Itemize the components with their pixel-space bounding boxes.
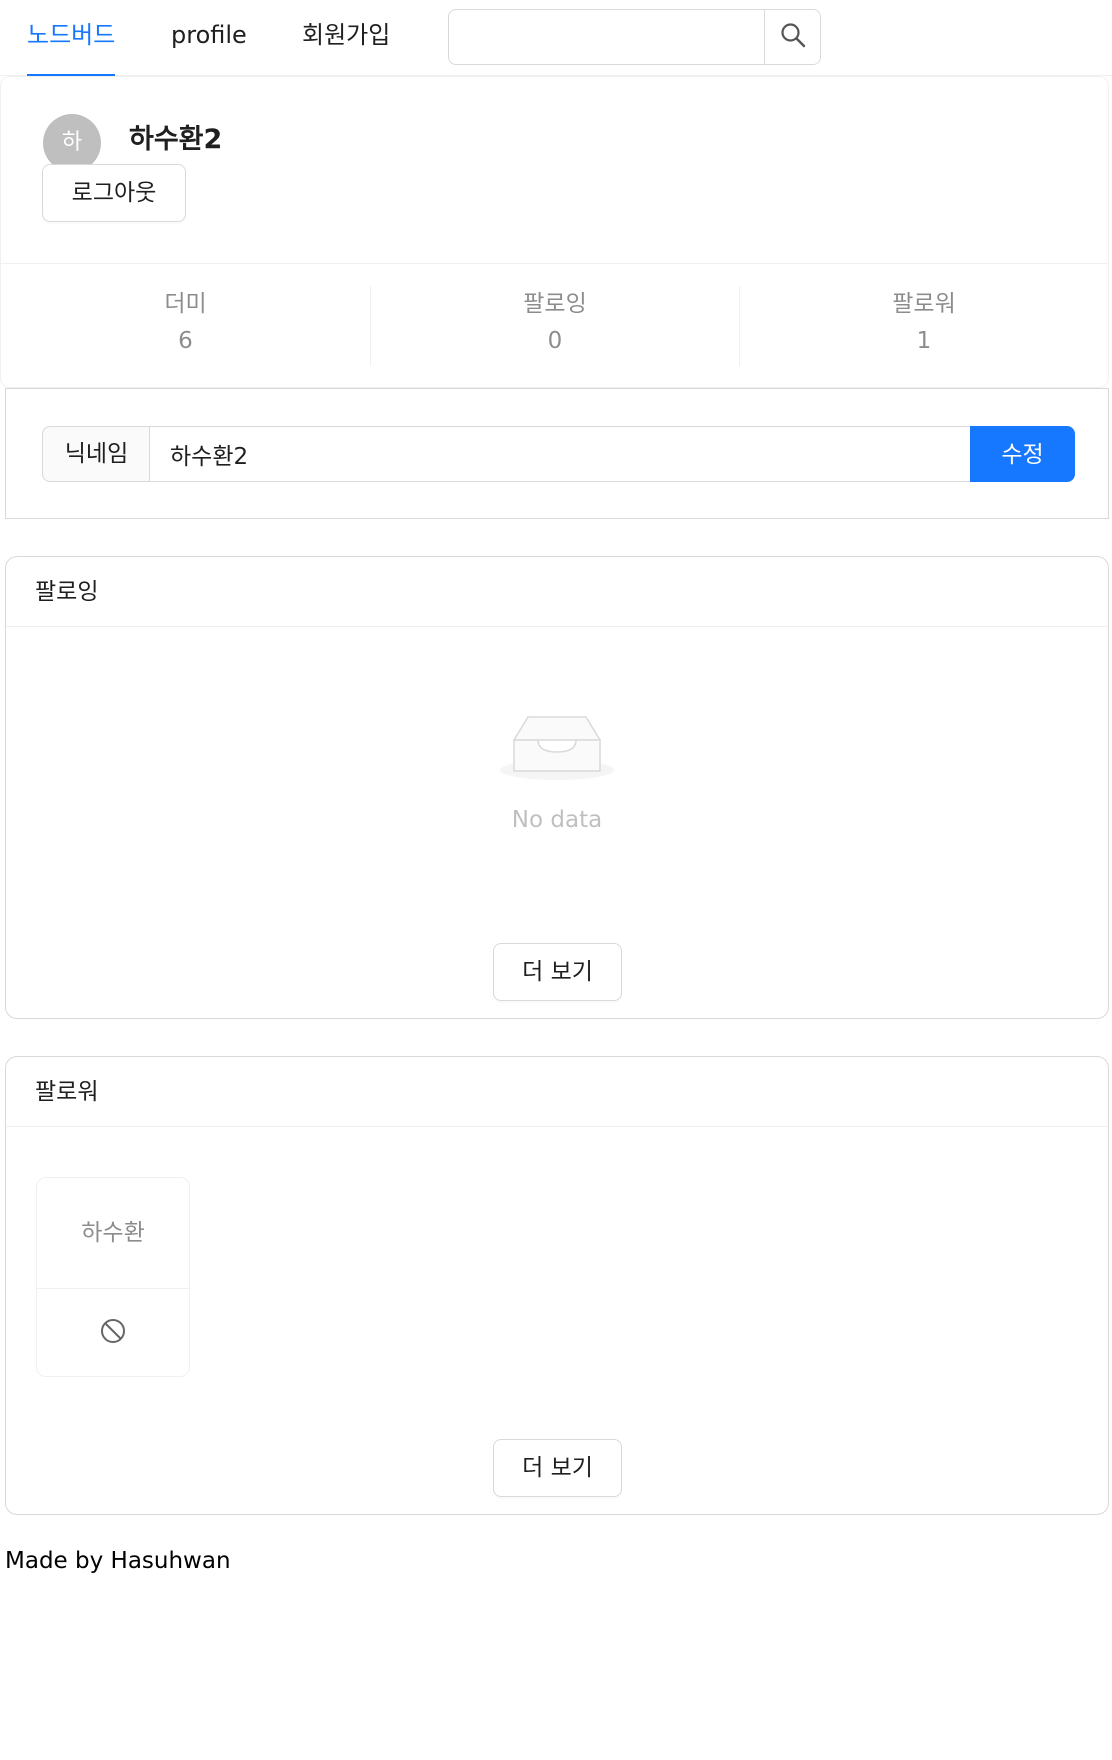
empty-inbox-icon: [498, 716, 616, 787]
top-navigation: 노드버드 profile 회원가입: [0, 0, 1112, 76]
stat-value: 1: [916, 328, 932, 354]
search-icon: [779, 21, 807, 53]
stat-value: 0: [547, 328, 563, 354]
logout-button[interactable]: 로그아웃: [42, 164, 186, 222]
stat-value: 6: [178, 328, 193, 354]
stat-following[interactable]: 팔로잉 0: [370, 286, 739, 366]
following-more-button[interactable]: 더 보기: [493, 943, 622, 1001]
follower-list-card: 팔로워 하수환 더 보기: [5, 1056, 1109, 1515]
follower-list-title: 팔로워: [6, 1057, 1108, 1127]
follower-name: 하수환: [37, 1178, 189, 1289]
search-box: [448, 9, 821, 65]
nickname-label: 닉네임: [42, 426, 150, 482]
follower-item: 하수환: [36, 1177, 190, 1377]
stat-label: 더미: [164, 291, 207, 317]
following-list-card: 팔로잉 No data 더 보기: [5, 556, 1109, 1019]
stop-icon[interactable]: [99, 1317, 127, 1349]
following-list-title: 팔로잉: [6, 557, 1108, 627]
unfollow-action[interactable]: [37, 1289, 189, 1376]
profile-card: 하 하수환2 로그아웃 더미 6 팔로잉 0 팔로워 1: [0, 76, 1109, 388]
nickname-input[interactable]: [149, 426, 975, 482]
empty-text: No data: [511, 807, 603, 833]
nav-item-signup[interactable]: 회원가입: [302, 0, 390, 76]
stat-posts[interactable]: 더미 6: [1, 286, 370, 366]
stat-label: 팔로워: [892, 291, 956, 317]
profile-stats: 더미 6 팔로잉 0 팔로워 1: [1, 263, 1108, 387]
profile-username: 하수환2: [129, 124, 223, 155]
stat-followers[interactable]: 팔로워 1: [739, 286, 1108, 366]
nav-item-home[interactable]: 노드버드: [27, 0, 116, 76]
search-input[interactable]: [449, 10, 764, 64]
search-button[interactable]: [764, 10, 820, 64]
nickname-submit-button[interactable]: 수정: [970, 426, 1075, 482]
nickname-form: 닉네임 수정: [5, 388, 1109, 519]
follower-more-button[interactable]: 더 보기: [493, 1439, 622, 1497]
empty-state: No data: [6, 707, 1108, 833]
footer-credit: Made by Hasuhwan: [5, 1548, 231, 1574]
nav-item-profile[interactable]: profile: [171, 0, 247, 76]
stat-label: 팔로잉: [523, 291, 587, 317]
